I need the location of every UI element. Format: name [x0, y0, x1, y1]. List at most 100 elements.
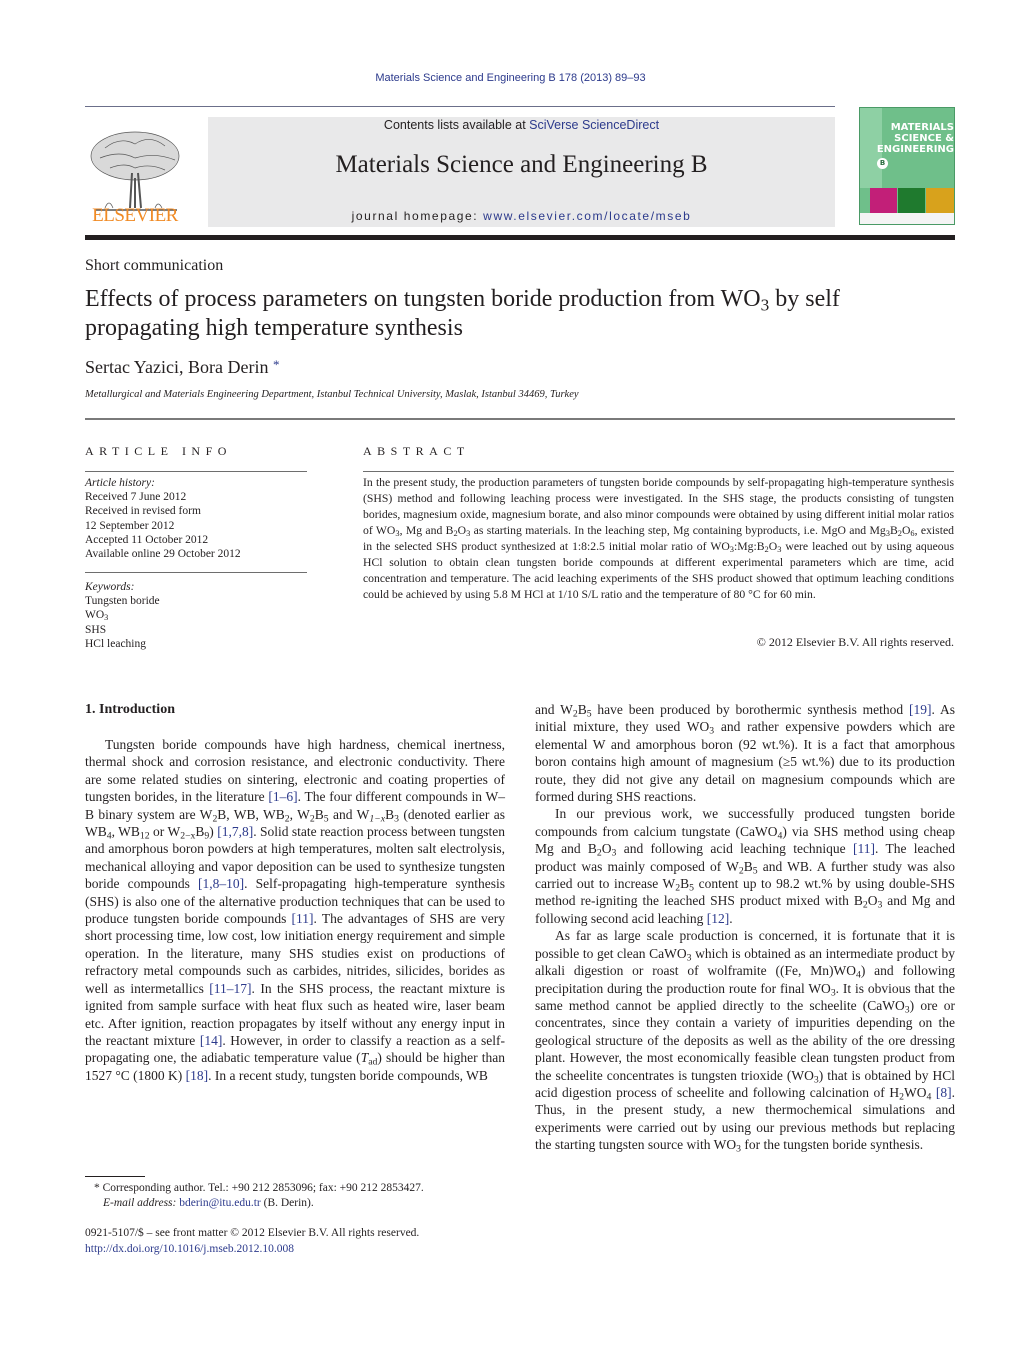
cover-title-line: MATERIALS	[890, 122, 954, 133]
history-item: Available online 29 October 2012	[85, 548, 241, 561]
cover-title-line: ENGINEERING	[876, 144, 954, 155]
keywords-divider	[85, 572, 307, 573]
keywords: Keywords: Tungsten boride WO3 SHS HCl le…	[85, 580, 307, 651]
front-matter-text: 0921-5107/$ – see front matter © 2012 El…	[85, 1227, 420, 1239]
cover-image-green	[898, 188, 925, 214]
keywords-label: Keywords:	[85, 581, 135, 593]
history-item: 12 September 2012	[85, 519, 175, 532]
author-list: Sertac Yazici, Bora Derin *	[85, 357, 279, 378]
reference-link[interactable]: [1–6]	[268, 789, 297, 804]
text: , W	[289, 806, 310, 822]
abstract-heading: ABSTRACT	[363, 444, 470, 458]
footnote-marker: *	[94, 1182, 100, 1194]
contents-line: Contents lists available at SciVerse Sci…	[208, 118, 835, 132]
cover-title: MATERIALS SCIENCE & ENGINEERING	[872, 122, 954, 155]
abstract-text: :Mg:B	[734, 540, 765, 553]
text: or W	[149, 824, 181, 840]
email-label: E-mail address:	[103, 1197, 177, 1209]
reference-link[interactable]: [11]	[292, 911, 314, 926]
email-link[interactable]: bderin@itu.edu.tr	[179, 1197, 261, 1209]
article-title: Effects of process parameters on tungste…	[85, 285, 955, 343]
homepage-prefix: journal homepage:	[351, 209, 484, 223]
text: and following acid leaching technique	[616, 841, 854, 857]
reference-link[interactable]: [19]	[909, 702, 932, 717]
paragraph: As far as large scale production is conc…	[535, 927, 955, 1154]
text: . In a recent study, tungsten boride com…	[208, 1067, 488, 1083]
text: B, WB, WB	[217, 806, 285, 822]
reference-link[interactable]: [11–17]	[209, 981, 251, 996]
abstract-divider	[363, 471, 954, 472]
text: O	[867, 893, 878, 909]
reference-link[interactable]: [12]	[707, 911, 730, 926]
text: and W	[535, 702, 573, 717]
text: B	[385, 806, 395, 822]
header-thick-divider	[85, 235, 955, 240]
cover-image-yellow	[926, 188, 954, 214]
keyword-subscript: 3	[104, 613, 109, 623]
text: have been produced by borothermic synthe…	[591, 702, 910, 717]
sciencedirect-link[interactable]: SciVerse ScienceDirect	[529, 118, 659, 132]
cover-footer	[860, 213, 954, 224]
cover-series-badge: B	[877, 158, 888, 169]
journal-title: Materials Science and Engineering B	[335, 151, 708, 178]
abstract-body: In the present study, the production par…	[363, 475, 954, 603]
text: )	[209, 824, 218, 840]
paragraph: Tungsten boride compounds have high hard…	[85, 736, 505, 1084]
history-label: Article history:	[85, 477, 155, 489]
text: B	[314, 806, 324, 822]
author-names: Sertac Yazici, Bora Derin	[85, 357, 269, 377]
abstract-text: O	[457, 524, 467, 537]
abstract-text: B	[889, 524, 898, 537]
paragraph: and W2B5 have been produced by borotherm…	[535, 701, 955, 805]
homepage-link[interactable]: www.elsevier.com/locate/mseb	[483, 209, 691, 223]
paragraph: In our previous work, we successfully pr…	[535, 805, 955, 927]
body-column-left: Tungsten boride compounds have high hard…	[85, 736, 505, 1084]
abstract-text: O	[768, 540, 778, 553]
title-text: Effects of process parameters on tungste…	[85, 286, 761, 312]
reference-link[interactable]: [8]	[936, 1085, 952, 1100]
cover-title-line: SCIENCE &	[894, 133, 954, 144]
affiliation: Metallurgical and Materials Engineering …	[85, 389, 579, 400]
body-column-right: and W2B5 have been produced by borotherm…	[535, 701, 955, 1154]
keyword: WO3	[85, 608, 307, 622]
history-item: Accepted 11 October 2012	[85, 533, 209, 546]
reference-link[interactable]: [11]	[853, 841, 875, 856]
text: and W	[328, 806, 370, 822]
corresponding-author-footnote: * Corresponding author. Tel.: +90 212 28…	[94, 1181, 514, 1211]
corresponding-author-marker[interactable]: *	[273, 357, 280, 372]
history-item: Received 7 June 2012	[85, 491, 187, 504]
citation-link[interactable]: Materials Science and Engineering B 178 …	[375, 72, 645, 84]
article-info-heading: ARTICLE INFO	[85, 444, 232, 458]
reference-link[interactable]: [1,7,8]	[217, 824, 253, 839]
subscript: 2−x	[180, 830, 196, 842]
text: , WB	[111, 824, 140, 840]
keyword: HCl leaching	[85, 637, 146, 650]
journal-citation[interactable]: Materials Science and Engineering B 178 …	[0, 72, 1021, 84]
reference-link[interactable]: [14]	[200, 1033, 223, 1048]
keyword: SHS	[85, 623, 107, 636]
subscript: 12	[139, 830, 150, 842]
subscript: 1−x	[369, 813, 386, 825]
header-divider	[85, 106, 835, 107]
text: for the tungsten boride synthesis.	[740, 1137, 924, 1153]
keyword: Tungsten boride	[85, 595, 160, 608]
journal-cover-thumbnail[interactable]: MATERIALS SCIENCE & ENGINEERING B	[859, 107, 955, 225]
footnote-divider	[85, 1176, 145, 1177]
contents-prefix: Contents lists available at	[383, 118, 530, 132]
reference-link[interactable]: [18]	[186, 1068, 209, 1083]
text: B	[577, 702, 587, 717]
email-suffix: (B. Derin).	[260, 1197, 314, 1209]
text: O	[601, 841, 612, 857]
text: WO	[903, 1084, 927, 1100]
abstract-text: , Mg and B	[399, 524, 454, 537]
reference-link[interactable]: [1,8–10]	[198, 876, 244, 891]
article-history: Article history: Received 7 June 2012 Re…	[85, 476, 307, 561]
journal-homepage: journal homepage: www.elsevier.com/locat…	[208, 209, 835, 223]
doi-link[interactable]: http://dx.doi.org/10.1016/j.mseb.2012.10…	[85, 1243, 294, 1255]
front-matter: 0921-5107/$ – see front matter © 2012 El…	[85, 1225, 525, 1257]
subscript: ad	[368, 1056, 378, 1068]
section-divider	[85, 418, 955, 420]
title-subscript: 3	[760, 295, 770, 315]
cover-image-magenta	[870, 188, 897, 214]
history-item: Received in revised form	[85, 505, 201, 518]
